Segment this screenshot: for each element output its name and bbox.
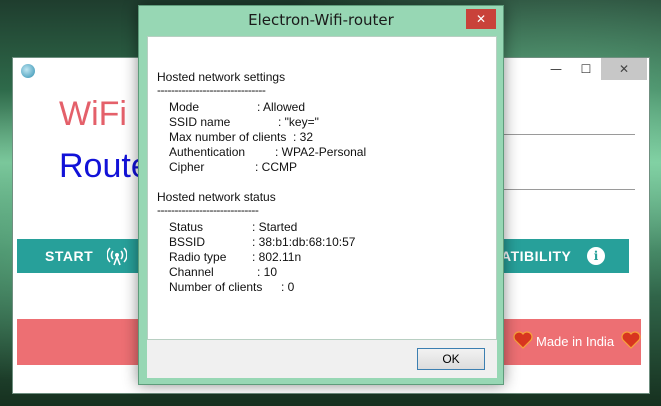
settings-value: : Allowed [257,100,306,114]
dialog-footer: OK [147,340,497,378]
status-label: Radio type [169,250,227,264]
settings-label: Cipher [169,160,205,174]
settings-heading: Hosted network settings [157,70,286,84]
network-info-dialog: Electron-Wifi-router ✕ Hosted network se… [138,5,504,385]
info-icon[interactable]: i [587,247,605,265]
status-divider: ----------------------------- [157,203,259,217]
app-title-wifi: WiFi [59,95,127,133]
dialog-title: Electron-Wifi-router [248,11,394,29]
status-heading: Hosted network status [157,190,276,204]
status-value: : 38:b1:db:68:10:57 [252,235,356,249]
minimize-button[interactable]: — [541,58,571,80]
ok-button[interactable]: OK [417,348,485,370]
maximize-button[interactable]: ☐ [571,58,601,80]
heart-icon [621,331,641,349]
made-in-india-label: Made in India [536,334,615,349]
status-value: : 0 [281,280,295,294]
status-value: : 10 [257,265,278,279]
wifi-hotspot-icon[interactable] [107,246,127,266]
settings-value: : WPA2-Personal [275,145,367,159]
settings-value: : CCMP [255,160,297,174]
heart-icon [513,331,533,349]
settings-label: Authentication [169,145,246,159]
app-title-router: Route [59,147,150,185]
settings-value: : "key=" [278,115,319,129]
settings-label: SSID name [169,115,231,129]
dialog-close-button[interactable]: ✕ [466,9,496,29]
close-button[interactable]: ✕ [601,58,647,80]
start-button[interactable]: START [45,248,93,264]
ssid-field[interactable] [503,134,635,135]
settings-label: Mode [169,100,200,114]
status-label: Number of clients [169,280,263,294]
status-label: BSSID [169,235,206,249]
dialog-content: Hosted network settings ----------------… [147,36,497,340]
settings-value: : 32 [293,130,314,144]
status-value: : Started [252,220,298,234]
compatibility-button[interactable]: ATIBILITY [501,248,571,264]
status-label: Status [169,220,204,234]
status-label: Channel [169,265,214,279]
settings-divider: ------------------------------- [157,83,266,97]
settings-label: Max number of clients [169,130,287,144]
password-field[interactable] [503,189,635,190]
app-icon [21,64,35,78]
status-value: : 802.11n [252,250,302,264]
